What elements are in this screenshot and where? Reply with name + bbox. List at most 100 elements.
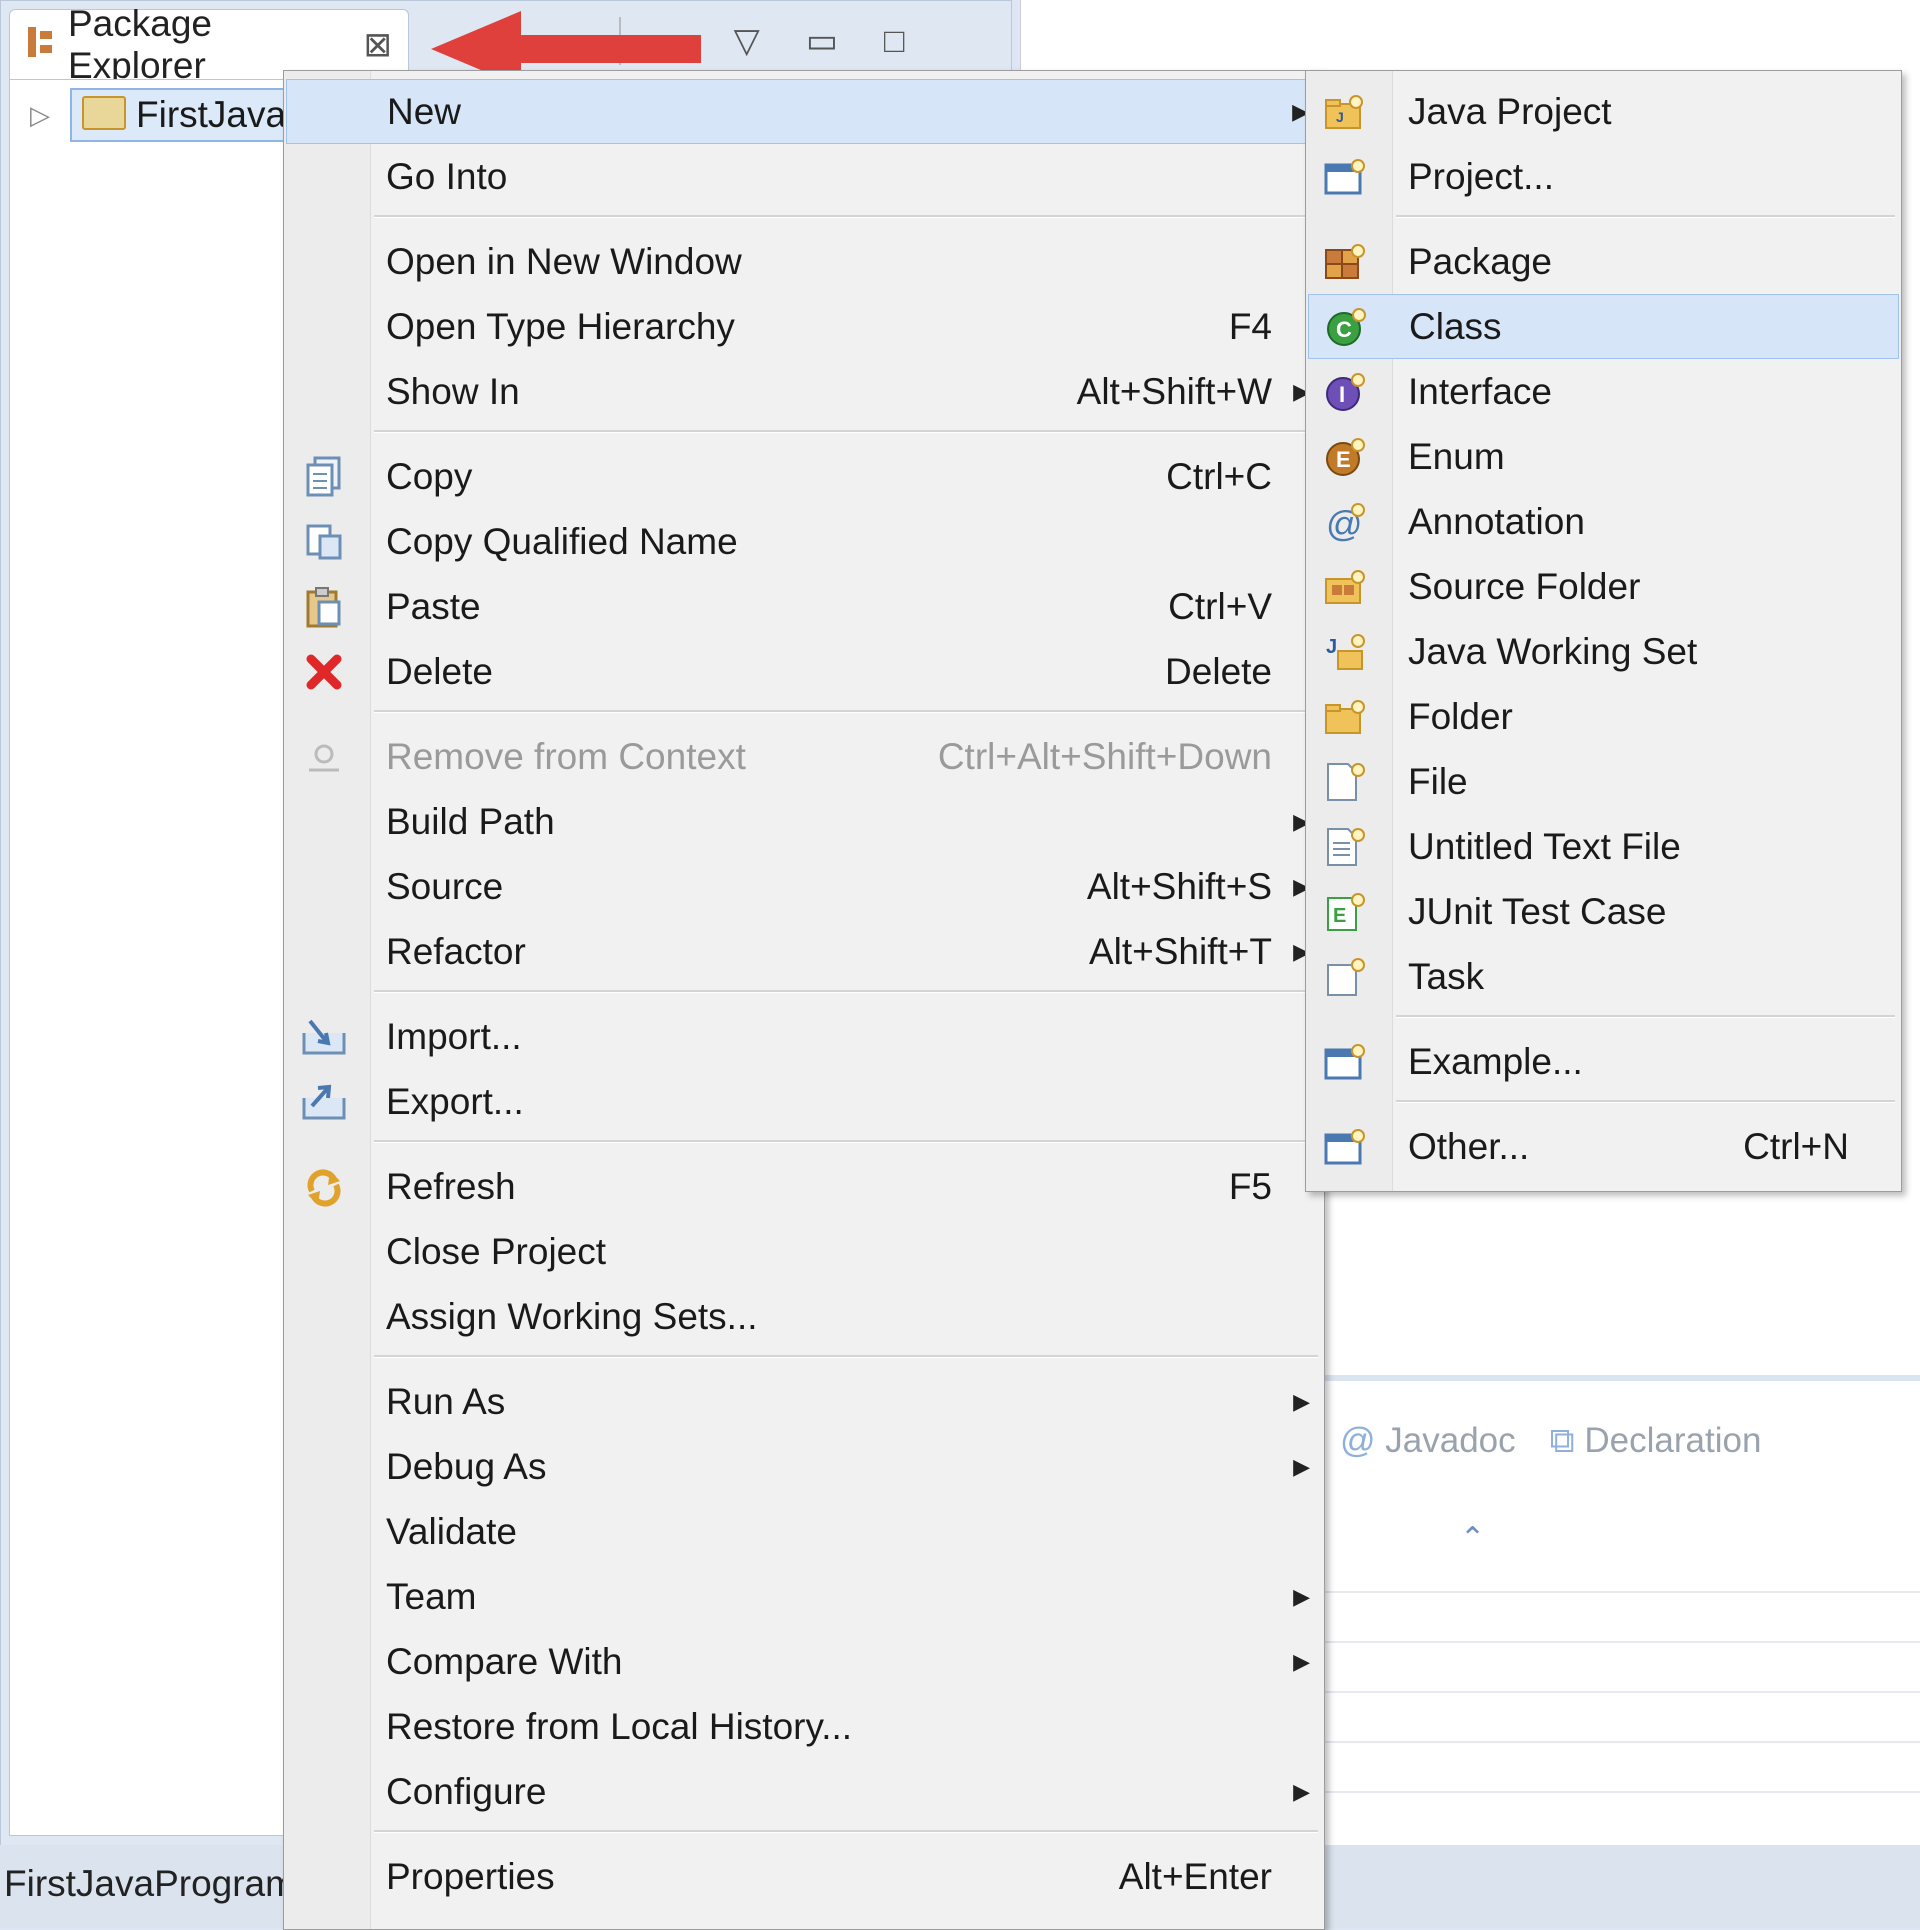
menu-item-icon-slot: [294, 1571, 354, 1623]
menu-item-import[interactable]: Import...: [286, 1004, 1322, 1069]
menu-item-copy-qualified-name[interactable]: Copy Qualified Name: [286, 509, 1322, 574]
submenu-item-interface[interactable]: I Interface: [1308, 359, 1899, 424]
menu-item-shortcut: Ctrl+Alt+Shift+Down: [937, 735, 1272, 777]
menu-item-copy[interactable]: Copy Ctrl+C: [286, 444, 1322, 509]
menu-separator: [374, 1140, 1318, 1143]
submenu-item-folder[interactable]: Folder: [1308, 684, 1899, 749]
menu-item-go-into[interactable]: Go Into: [286, 144, 1322, 209]
svg-text:I: I: [1339, 382, 1345, 407]
menu-item-label: Go Into: [386, 155, 508, 197]
menu-item-label: Import...: [386, 1015, 522, 1057]
submenu-item-project[interactable]: Project...: [1308, 144, 1899, 209]
menu-item-restore-from-local-history[interactable]: Restore from Local History...: [286, 1694, 1322, 1759]
maximize-icon[interactable]: □: [884, 22, 905, 61]
menu-item-delete[interactable]: Delete Delete: [286, 639, 1322, 704]
submenu-item-task[interactable]: Task: [1308, 944, 1899, 1009]
submenu-item-example[interactable]: Example...: [1308, 1029, 1899, 1094]
menu-item-debug-as[interactable]: Debug As ▶: [286, 1434, 1322, 1499]
menu-item-open-in-new-window[interactable]: Open in New Window: [286, 229, 1322, 294]
view-menu-icon[interactable]: ▽: [734, 21, 760, 61]
menu-item-label: Open Type Hierarchy: [386, 305, 735, 347]
menu-item-export[interactable]: Export...: [286, 1069, 1322, 1134]
project-folder-icon: [82, 95, 126, 135]
menu-item-label: Task: [1408, 955, 1485, 997]
paste-icon: [294, 581, 354, 633]
expand-arrow-icon[interactable]: ▷: [30, 100, 60, 131]
menu-item-icon-slot: [294, 1376, 354, 1428]
example-icon: [1316, 1036, 1376, 1088]
enum-icon: E: [1316, 431, 1376, 483]
menu-item-label: Compare With: [386, 1640, 623, 1682]
grid-line: [1320, 1691, 1920, 1693]
submenu-item-java-working-set[interactable]: J Java Working Set: [1308, 619, 1899, 684]
menu-item-open-type-hierarchy[interactable]: Open Type Hierarchy F4: [286, 294, 1322, 359]
submenu-item-untitled-text-file[interactable]: Untitled Text File: [1308, 814, 1899, 879]
minimize-icon[interactable]: ▭: [806, 21, 838, 61]
submenu-arrow-icon: ▶: [1293, 1453, 1310, 1479]
remove-context-icon: [294, 731, 354, 783]
submenu-item-java-project[interactable]: J Java Project: [1308, 79, 1899, 144]
menu-item-show-in[interactable]: Show In Alt+Shift+W ▶: [286, 359, 1322, 424]
tree-item-project[interactable]: ▷ FirstJavaP: [30, 88, 323, 142]
menu-item-icon-slot: [294, 1226, 354, 1278]
close-icon[interactable]: ⊠: [364, 25, 393, 65]
lower-panel: @ Javadoc ⧉ Declaration ⌃: [1320, 1375, 1920, 1851]
copy-qualified-name-icon: [294, 516, 354, 568]
menu-item-refresh[interactable]: Refresh F5: [286, 1154, 1322, 1219]
submenu-arrow-icon: ▶: [1293, 1388, 1310, 1414]
menu-item-label: Package: [1408, 240, 1552, 282]
menu-item-configure[interactable]: Configure ▶: [286, 1759, 1322, 1824]
refresh-icon: [294, 1161, 354, 1213]
submenu-item-enum[interactable]: E Enum: [1308, 424, 1899, 489]
menu-item-icon-slot: [294, 1851, 354, 1903]
java-project-icon: J: [1316, 86, 1376, 138]
tab-declaration[interactable]: ⧉ Declaration: [1550, 1421, 1762, 1461]
export-icon: [294, 1076, 354, 1128]
menu-item-label: Paste: [386, 585, 481, 627]
import-icon: [294, 1011, 354, 1063]
submenu-item-file[interactable]: File: [1308, 749, 1899, 814]
svg-text:J: J: [1336, 109, 1344, 125]
submenu-item-package[interactable]: Package: [1308, 229, 1899, 294]
menu-item-label: Assign Working Sets...: [386, 1295, 758, 1337]
grid-line: [1320, 1641, 1920, 1643]
submenu-item-class[interactable]: C Class: [1308, 294, 1899, 359]
menu-item-close-project[interactable]: Close Project: [286, 1219, 1322, 1284]
menu-item-shortcut: Ctrl+V: [1168, 585, 1272, 627]
context-menu: New ▶ Go Into Open in New Window Open Type H…: [283, 70, 1325, 1930]
menu-separator: [374, 430, 1318, 433]
submenu-item-other[interactable]: Other... Ctrl+N: [1308, 1114, 1899, 1179]
menu-item-validate[interactable]: Validate: [286, 1499, 1322, 1564]
menu-item-properties[interactable]: Properties Alt+Enter: [286, 1844, 1322, 1909]
menu-item-remove-from-context[interactable]: Remove from Context Ctrl+Alt+Shift+Down: [286, 724, 1322, 789]
grid-line: [1320, 1791, 1920, 1793]
menu-item-label: Run As: [386, 1380, 506, 1422]
tab-javadoc[interactable]: @ Javadoc: [1340, 1421, 1516, 1461]
menu-item-build-path[interactable]: Build Path ▶: [286, 789, 1322, 854]
submenu-item-junit-test-case[interactable]: E JUnit Test Case: [1308, 879, 1899, 944]
sort-caret-icon[interactable]: ⌃: [1460, 1521, 1485, 1556]
status-text: FirstJavaProgram: [4, 1863, 296, 1904]
menu-item-icon-slot: [294, 1441, 354, 1493]
menu-item-run-as[interactable]: Run As ▶: [286, 1369, 1322, 1434]
menu-item-label: Remove from Context: [386, 735, 746, 777]
menu-item-icon-slot: [294, 1291, 354, 1343]
submenu-item-source-folder[interactable]: Source Folder: [1308, 554, 1899, 619]
menu-item-refactor[interactable]: Refactor Alt+Shift+T ▶: [286, 919, 1322, 984]
menu-item-new[interactable]: New ▶: [286, 79, 1322, 144]
menu-item-label: Close Project: [386, 1230, 607, 1272]
submenu-item-annotation[interactable]: @ Annotation: [1308, 489, 1899, 554]
menu-item-label: Copy Qualified Name: [386, 520, 738, 562]
menu-item-shortcut: Delete: [1165, 650, 1272, 692]
menu-item-assign-working-sets[interactable]: Assign Working Sets...: [286, 1284, 1322, 1349]
menu-item-label: Build Path: [386, 800, 555, 842]
menu-item-paste[interactable]: Paste Ctrl+V: [286, 574, 1322, 639]
declaration-icon: ⧉: [1549, 1421, 1575, 1460]
menu-item-source[interactable]: Source Alt+Shift+S ▶: [286, 854, 1322, 919]
menu-item-team[interactable]: Team ▶: [286, 1564, 1322, 1629]
menu-item-shortcut: Ctrl+N: [1743, 1125, 1849, 1167]
svg-text:C: C: [1336, 317, 1352, 342]
package-explorer-tab[interactable]: Package Explorer ⊠: [9, 3, 409, 86]
menu-item-compare-with[interactable]: Compare With ▶: [286, 1629, 1322, 1694]
menu-item-shortcut: Alt+Shift+T: [1088, 930, 1272, 972]
